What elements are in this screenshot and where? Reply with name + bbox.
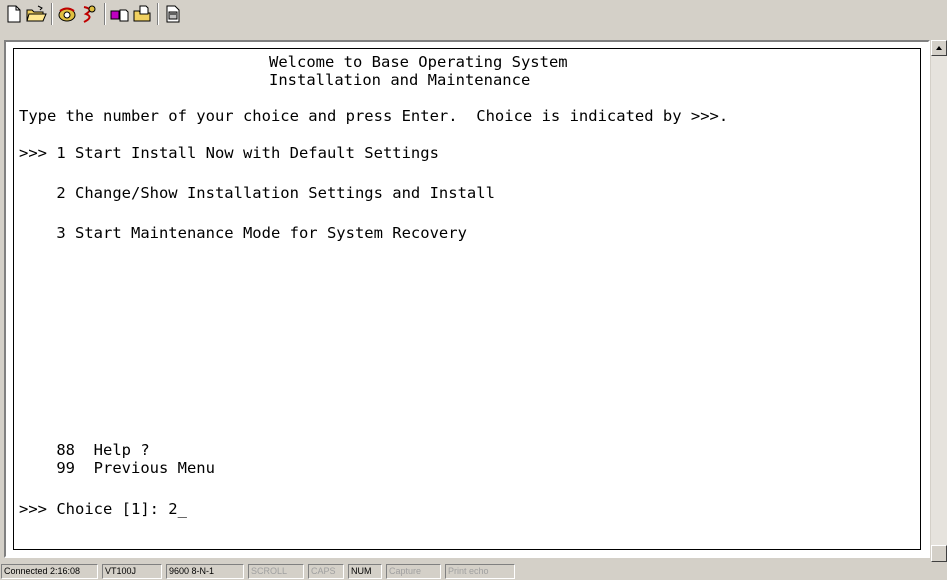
new-document-icon[interactable] (3, 3, 25, 25)
status-scroll: SCROLL (248, 564, 304, 579)
send-file-icon[interactable] (109, 3, 131, 25)
status-print-echo: Print echo (445, 564, 515, 579)
status-port-settings: 9600 8-N-1 (166, 564, 244, 579)
receive-file-icon[interactable] (131, 3, 153, 25)
toolbar-separator (51, 3, 53, 25)
menu-option-3: 3 Start Maintenance Mode for System Reco… (19, 224, 467, 242)
terminal-screen[interactable]: Welcome to Base Operating System Install… (13, 48, 921, 550)
scrollbar-thumb[interactable] (931, 545, 947, 562)
open-folder-icon[interactable] (25, 3, 47, 25)
vertical-scrollbar[interactable] (931, 40, 947, 578)
status-bar: Connected 2:16:08 VT100J 9600 8-N-1 SCRO… (0, 562, 947, 580)
screen-title-line2: Installation and Maintenance (269, 71, 531, 89)
dial-phone-icon[interactable] (56, 3, 78, 25)
choice-prompt[interactable]: >>> Choice [1]: 2_ (19, 500, 187, 518)
toolbar-separator (157, 3, 159, 25)
menu-option-1: >>> 1 Start Install Now with Default Set… (19, 144, 439, 162)
disconnect-icon[interactable] (78, 3, 100, 25)
previous-menu-option: 99 Previous Menu (19, 459, 215, 477)
properties-icon[interactable] (162, 3, 184, 25)
status-capture: Capture (386, 564, 441, 579)
status-caps: CAPS (308, 564, 344, 579)
instruction-text: Type the number of your choice and press… (19, 107, 729, 125)
help-option: 88 Help ? (19, 441, 150, 459)
toolbar (0, 0, 947, 38)
status-connected: Connected 2:16:08 (1, 564, 98, 579)
screen-title-line1: Welcome to Base Operating System (269, 53, 568, 71)
arrow-up-icon (936, 46, 942, 50)
menu-option-2: 2 Change/Show Installation Settings and … (19, 184, 495, 202)
terminal-window[interactable]: Welcome to Base Operating System Install… (4, 40, 930, 558)
status-num: NUM (348, 564, 382, 579)
scroll-up-button[interactable] (931, 40, 947, 56)
status-emulation: VT100J (102, 564, 162, 579)
toolbar-separator (104, 3, 106, 25)
